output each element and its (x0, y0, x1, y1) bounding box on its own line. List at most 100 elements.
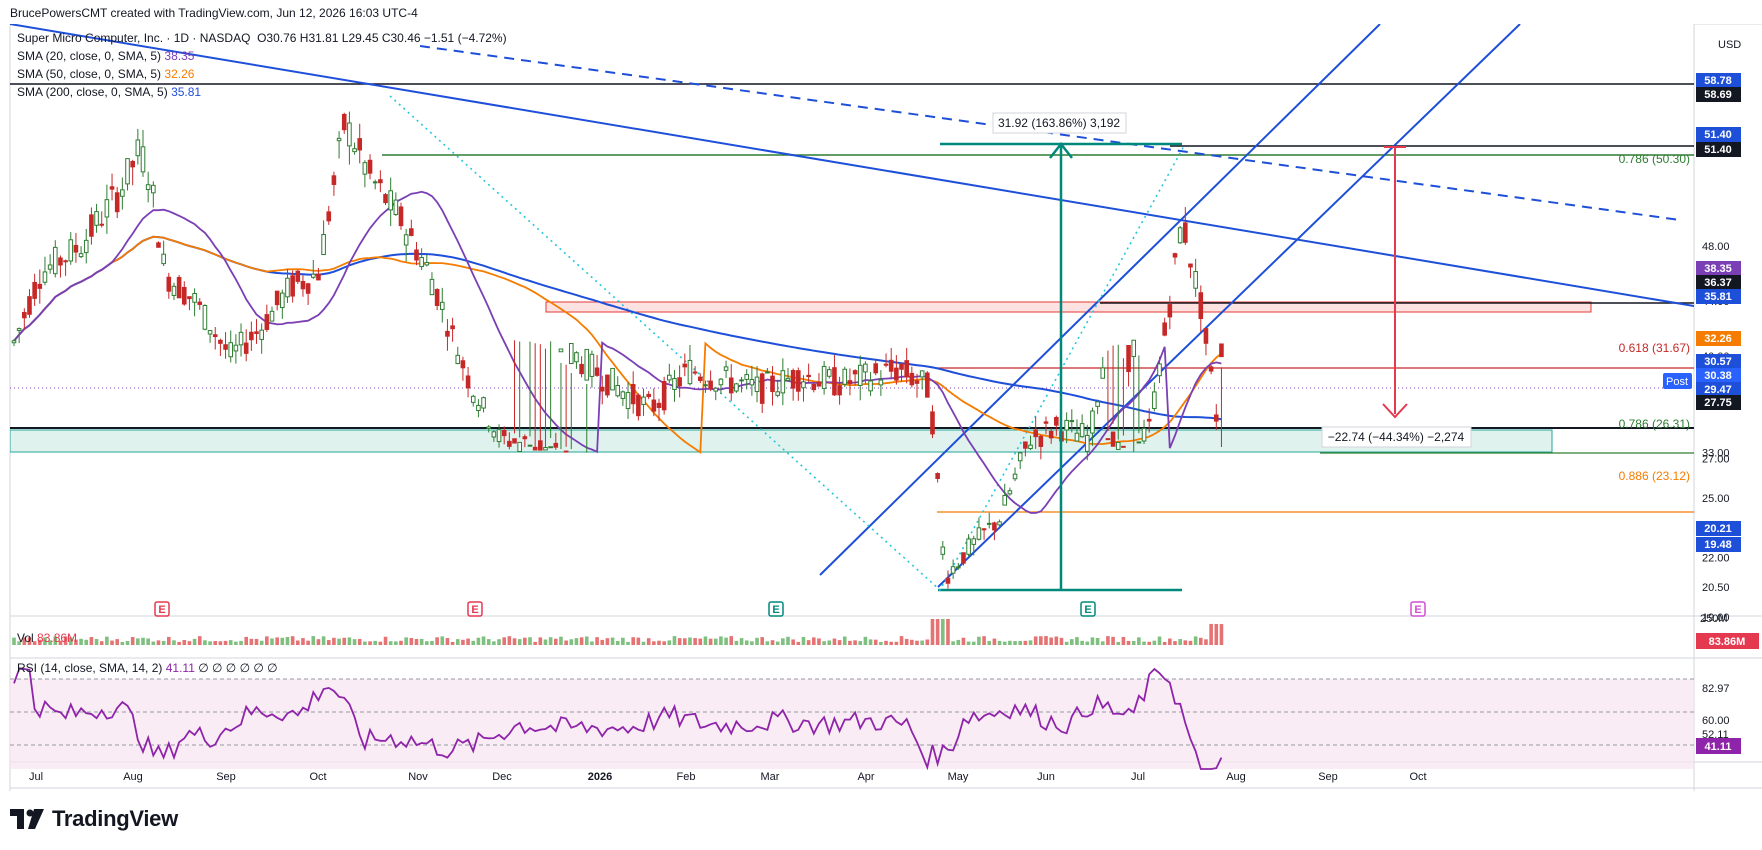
price-tick: 22.00 (1702, 552, 1730, 564)
volume-bar (110, 640, 114, 645)
volume-bar (1018, 640, 1022, 645)
candle (388, 177, 393, 227)
legend-sma200[interactable]: SMA (200, close, 0, SMA, 5) 35.81 (17, 85, 201, 99)
candle (450, 317, 455, 342)
legend-rsi[interactable]: RSI (14, close, SMA, 14, 2) 41.11 ∅ ∅ ∅ … (17, 661, 278, 675)
legend-sma50[interactable]: SMA (50, close, 0, SMA, 5) 32.26 (17, 67, 194, 81)
candle (790, 368, 796, 401)
earnings-marker[interactable]: E (467, 601, 483, 617)
svg-text:E: E (1414, 604, 1421, 616)
chart-canvas[interactable]: 31.92 (163.86%) 3,192 −22.74 (−44.34%) −… (0, 24, 1762, 850)
candle (78, 246, 84, 259)
candle (811, 382, 817, 393)
volume-bar (1049, 637, 1053, 645)
volume-bar (775, 641, 780, 645)
volume-bar (750, 641, 754, 645)
volume-bar (858, 641, 863, 645)
candle (367, 154, 373, 180)
price-tick: 25.00 (1702, 493, 1730, 505)
candle (1126, 344, 1131, 387)
volume-bar (765, 641, 770, 645)
volume-bar (1157, 636, 1162, 645)
candle (1203, 328, 1209, 356)
volume-bar (1106, 636, 1110, 645)
volume-bar (1080, 640, 1084, 645)
candle (192, 288, 197, 317)
candle (589, 350, 595, 388)
svg-text:20.21: 20.21 (1704, 523, 1732, 535)
candle (708, 370, 713, 392)
candle (981, 528, 987, 540)
candle (940, 540, 946, 560)
volume-bar (971, 641, 976, 645)
volume-bar (1085, 641, 1090, 645)
candle (465, 366, 471, 398)
svg-text:E: E (158, 604, 165, 616)
volume-bar (368, 641, 372, 645)
time-tick: Oct (309, 771, 326, 783)
volume-bar (1059, 637, 1064, 645)
candle (620, 390, 626, 406)
earnings-marker[interactable]: E (1080, 601, 1096, 617)
candle (120, 177, 125, 210)
price-label: 58.78 (1696, 73, 1741, 88)
candle (1183, 207, 1188, 245)
candle (574, 351, 579, 369)
candle (58, 255, 63, 278)
candle (32, 273, 37, 306)
svg-text:30.38: 30.38 (1704, 370, 1732, 382)
volume-bar (1116, 641, 1121, 645)
volume-bar (239, 640, 243, 645)
volume-bar (84, 639, 89, 645)
time-tick: Oct (1409, 771, 1426, 783)
volume-bar (259, 640, 264, 645)
volume-bar (626, 641, 630, 645)
volume-bar (904, 638, 909, 645)
volume-bar (600, 639, 605, 645)
candle (857, 355, 863, 401)
volume-bar (528, 637, 532, 645)
volume-bar (301, 638, 305, 645)
earnings-marker[interactable]: E (768, 601, 784, 617)
volume-bar (920, 640, 924, 645)
candle (615, 376, 621, 398)
volume-bar (141, 637, 145, 645)
volume-bar (744, 640, 749, 645)
candle (290, 270, 295, 303)
time-tick: May (948, 771, 969, 783)
legend-sma50-value: 32.26 (164, 67, 195, 81)
candle (888, 347, 894, 378)
svg-text:27.75: 27.75 (1704, 397, 1732, 409)
candles (11, 111, 1224, 589)
volume-bar (203, 640, 207, 645)
volume-bar (884, 640, 888, 645)
svg-text:29.47: 29.47 (1704, 384, 1732, 396)
volume-bar (394, 641, 398, 645)
legend-sma200-value: 35.81 (171, 85, 202, 99)
earnings-marker[interactable]: E (154, 601, 170, 617)
candle (605, 374, 610, 398)
svg-text:51.40: 51.40 (1704, 144, 1732, 156)
volume-bar (192, 638, 197, 645)
candle (842, 366, 848, 388)
earnings-marker[interactable]: E (1410, 601, 1426, 617)
tradingview-logo[interactable]: TradingView (10, 806, 178, 832)
volume-bar (156, 640, 161, 645)
legend-symbol-name: Super Micro Computer, Inc. · 1D · NASDAQ (17, 31, 251, 45)
volume-bar (213, 641, 218, 645)
candle (930, 405, 935, 439)
volume-bar (321, 636, 326, 645)
legend-sma20[interactable]: SMA (20, close, 0, SMA, 5) 38.35 (17, 49, 194, 63)
volume-bar (342, 637, 347, 645)
volume-bar (1023, 640, 1028, 645)
legend-volume[interactable]: Vol 83.86M (17, 631, 77, 645)
volume-bar (316, 639, 321, 645)
candle (145, 171, 151, 203)
candle (305, 282, 311, 305)
volume-bar (414, 639, 419, 645)
volume-bar (435, 637, 439, 645)
volume-bar (641, 641, 646, 645)
time-tick: Feb (677, 771, 696, 783)
candle (156, 241, 161, 248)
candle (481, 396, 486, 413)
